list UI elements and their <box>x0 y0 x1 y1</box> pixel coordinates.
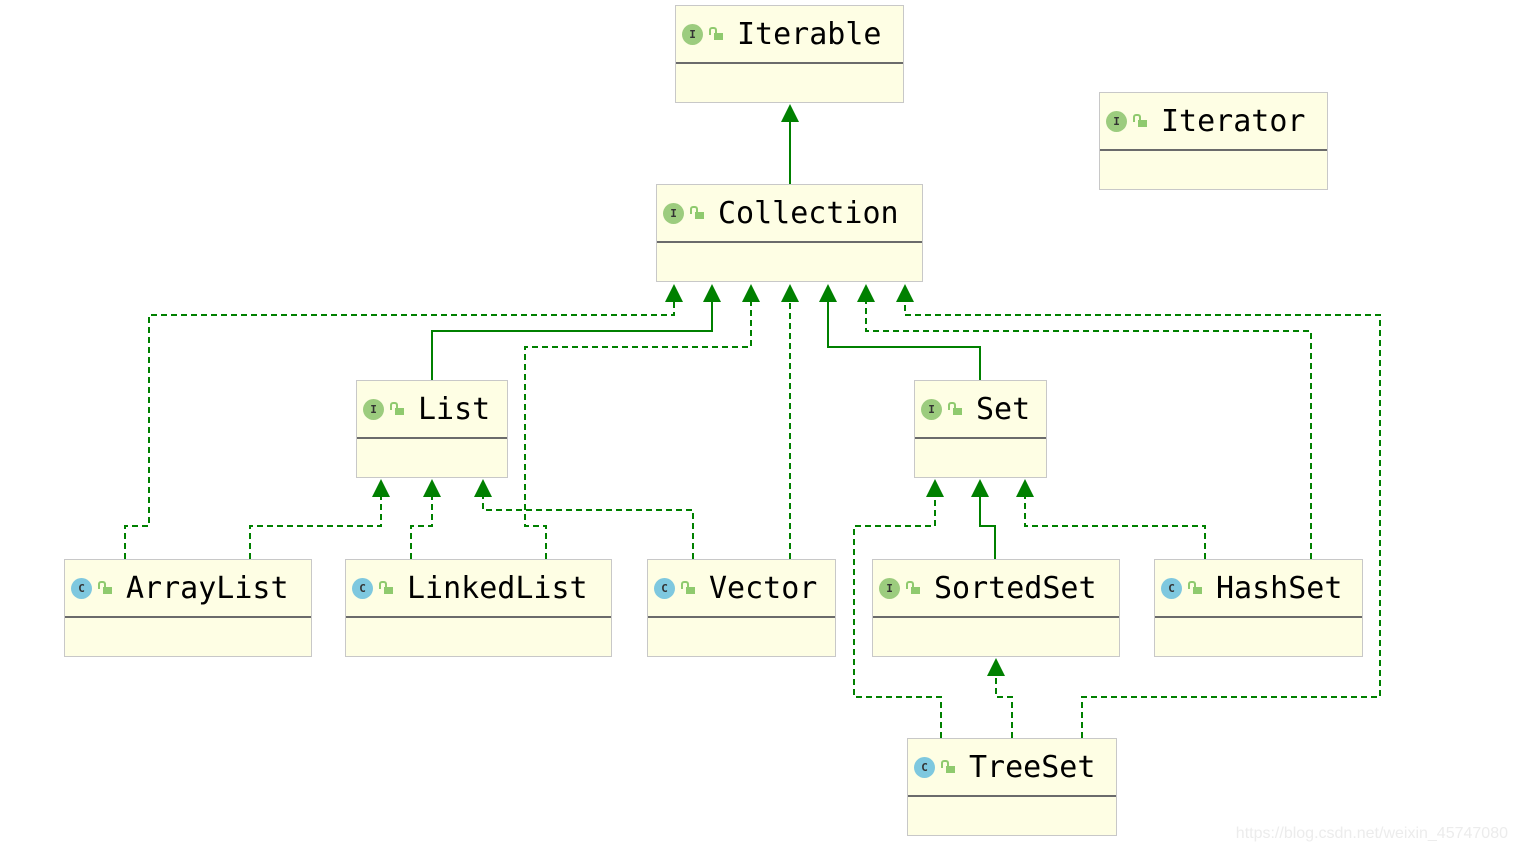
arrowhead <box>742 284 760 302</box>
node-header: I List <box>357 381 507 439</box>
edge-hashset-to-set <box>1024 495 1206 559</box>
node-set[interactable]: I Set <box>914 380 1047 478</box>
public-unlock-icon <box>379 581 393 595</box>
edge-vector-to-list <box>482 495 694 559</box>
node-linkedlist[interactable]: C LinkedList <box>345 559 612 657</box>
arrowhead <box>926 479 944 497</box>
interface-icon: I <box>921 398 942 420</box>
arrowhead <box>781 284 799 302</box>
node-iterable[interactable]: I Iterable <box>675 5 904 103</box>
node-name: Iterator <box>1161 103 1306 139</box>
arrowhead <box>665 284 683 302</box>
public-unlock-icon <box>906 581 920 595</box>
public-unlock-icon <box>690 206 704 220</box>
class-icon: C <box>654 577 675 599</box>
node-name: List <box>418 391 491 427</box>
class-icon: C <box>352 577 373 599</box>
class-icon: C <box>914 756 935 778</box>
node-list[interactable]: I List <box>356 380 508 478</box>
arrowhead <box>857 284 875 302</box>
edge-treeset-to-sortedset <box>995 674 1013 738</box>
node-name: LinkedList <box>407 570 588 606</box>
node-hashset[interactable]: C HashSet <box>1154 559 1363 657</box>
node-iterator[interactable]: I Iterator <box>1099 92 1328 190</box>
edge-sortedset-to-set <box>979 495 996 559</box>
public-unlock-icon <box>681 581 695 595</box>
public-unlock-icon <box>1133 114 1147 128</box>
interface-icon: I <box>1106 110 1127 132</box>
edge-list-to-collection <box>431 300 713 380</box>
public-unlock-icon <box>941 760 955 774</box>
arrowhead <box>703 284 721 302</box>
interface-icon: I <box>879 577 900 599</box>
interface-icon: I <box>682 23 703 45</box>
node-header: I SortedSet <box>873 560 1119 618</box>
node-name: Vector <box>709 570 818 606</box>
edge-linkedlist-to-list <box>410 495 433 559</box>
public-unlock-icon <box>709 27 723 41</box>
node-name: HashSet <box>1216 570 1343 606</box>
node-name: Set <box>976 391 1031 427</box>
public-unlock-icon <box>98 581 112 595</box>
edge-arraylist-to-list <box>249 495 382 559</box>
node-header: I Collection <box>657 185 922 243</box>
arrowhead <box>819 284 837 302</box>
node-name: SortedSet <box>934 570 1097 606</box>
interface-icon: I <box>663 202 684 224</box>
arrowhead <box>781 104 799 122</box>
watermark: https://blog.csdn.net/weixin_45747080 <box>1235 825 1508 842</box>
node-header: C ArrayList <box>65 560 311 618</box>
arrowhead <box>987 658 1005 676</box>
edge-linkedlist-to-collection <box>524 300 752 559</box>
arrowhead <box>896 284 914 302</box>
node-name: TreeSet <box>969 749 1096 785</box>
node-header: I Iterator <box>1100 93 1327 151</box>
interface-icon: I <box>363 398 384 420</box>
node-header: C LinkedList <box>346 560 611 618</box>
public-unlock-icon <box>948 402 962 416</box>
node-vector[interactable]: C Vector <box>647 559 836 657</box>
class-icon: C <box>1161 577 1182 599</box>
node-header: C HashSet <box>1155 560 1362 618</box>
node-header: I Set <box>915 381 1046 439</box>
class-icon: C <box>71 577 92 599</box>
node-header: I Iterable <box>676 6 903 64</box>
arrowhead <box>971 479 989 497</box>
public-unlock-icon <box>390 402 404 416</box>
node-header: C Vector <box>648 560 835 618</box>
node-treeset[interactable]: C TreeSet <box>907 738 1117 836</box>
node-collection[interactable]: I Collection <box>656 184 923 282</box>
node-arraylist[interactable]: C ArrayList <box>64 559 312 657</box>
node-sortedset[interactable]: I SortedSet <box>872 559 1120 657</box>
arrowhead <box>474 479 492 497</box>
node-name: Iterable <box>737 16 882 52</box>
arrowhead <box>423 479 441 497</box>
edge-set-to-collection <box>827 300 981 380</box>
arrowhead <box>372 479 390 497</box>
node-name: Collection <box>718 195 899 231</box>
arrowhead <box>1016 479 1034 497</box>
node-name: ArrayList <box>126 570 289 606</box>
node-header: C TreeSet <box>908 739 1116 797</box>
edge-treeset-to-collection <box>904 300 1381 738</box>
public-unlock-icon <box>1188 581 1202 595</box>
